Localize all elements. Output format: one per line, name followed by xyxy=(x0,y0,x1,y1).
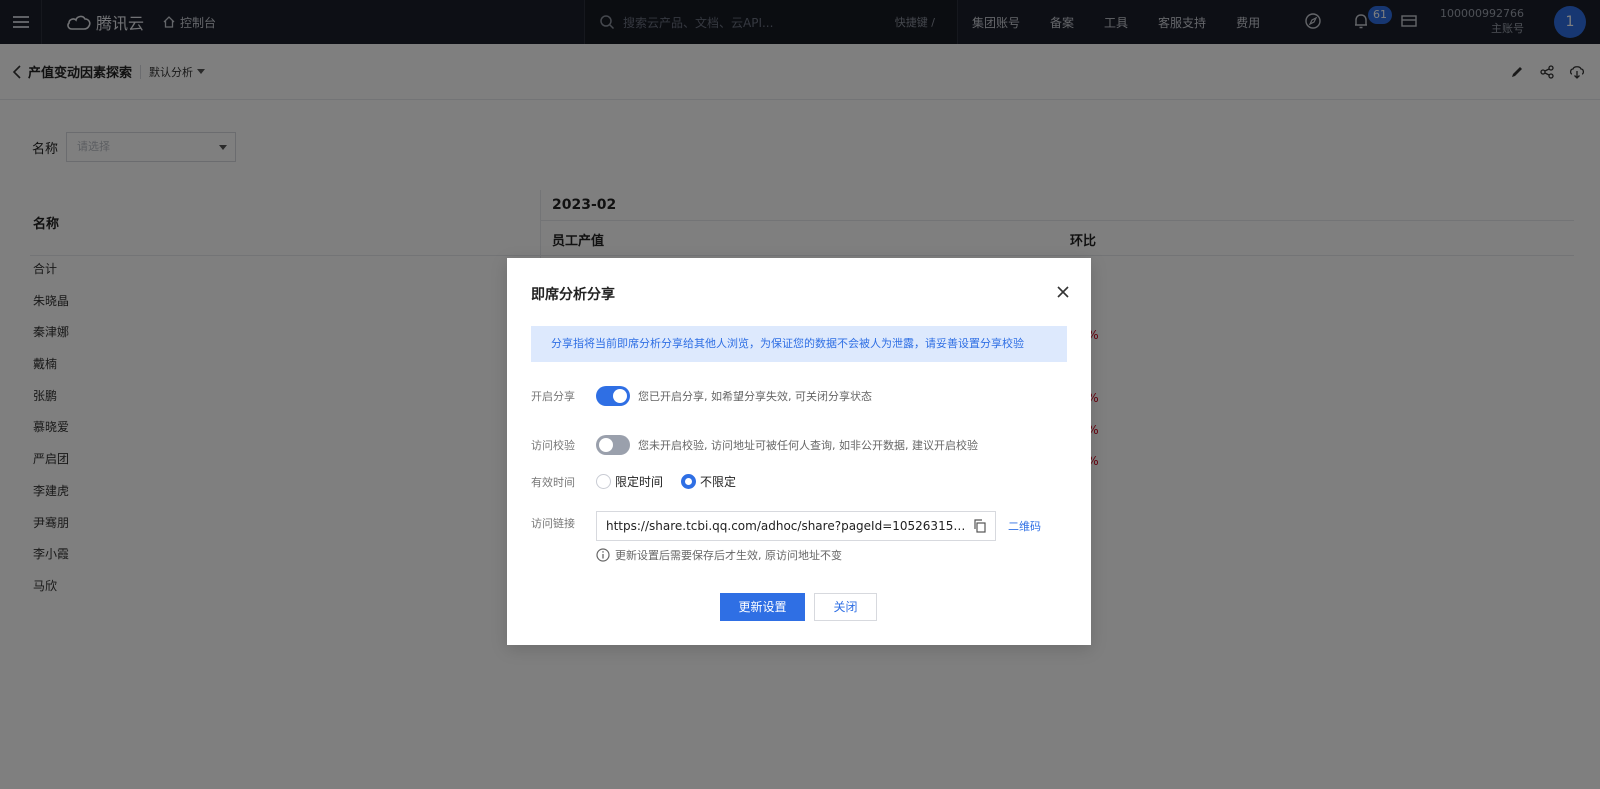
share-notice-banner: 分享指将当前即席分析分享给其他人浏览，为保证您的数据不会被人为泄露，请妥善设置分… xyxy=(531,326,1067,362)
radio-limited-time[interactable]: 限定时间 xyxy=(596,473,663,490)
verify-label: 访问校验 xyxy=(531,439,575,452)
info-icon xyxy=(596,548,610,562)
share-link-field[interactable]: https://share.tcbi.qq.com/adhoc/share?pa… xyxy=(596,511,996,541)
share-link-url: https://share.tcbi.qq.com/adhoc/share?pa… xyxy=(606,519,968,533)
qrcode-link[interactable]: 二维码 xyxy=(1008,518,1041,534)
link-row: 访问链接 https://share.tcbi.qq.com/adhoc/sha… xyxy=(531,511,1041,541)
validity-row: 有效时间 限定时间 不限定 xyxy=(531,473,754,490)
tip-text: 更新设置后需要保存后才生效, 原访问地址不变 xyxy=(615,549,842,562)
share-label: 开启分享 xyxy=(531,390,575,403)
validity-label: 有效时间 xyxy=(531,475,575,489)
close-icon[interactable] xyxy=(1055,284,1071,300)
radio-unchecked-icon xyxy=(596,474,611,489)
close-button[interactable]: 关闭 xyxy=(814,593,877,621)
radio-label: 不限定 xyxy=(700,475,737,489)
toggle-knob xyxy=(613,389,627,403)
link-label: 访问链接 xyxy=(531,517,575,530)
update-settings-button[interactable]: 更新设置 xyxy=(720,593,805,621)
verify-toggle[interactable] xyxy=(596,435,630,455)
share-dialog: 即席分析分享 分享指将当前即席分析分享给其他人浏览，为保证您的数据不会被人为泄露… xyxy=(507,258,1091,645)
toggle-knob xyxy=(599,438,613,452)
share-toggle[interactable] xyxy=(596,386,630,406)
copy-icon[interactable] xyxy=(973,519,987,533)
dialog-title: 即席分析分享 xyxy=(531,287,615,303)
radio-checked-icon xyxy=(681,474,697,489)
radio-unlimited[interactable]: 不限定 xyxy=(681,473,736,490)
share-toggle-row: 开启分享 您已开启分享, 如希望分享失效, 可关闭分享状态 xyxy=(531,386,872,406)
verify-toggle-row: 访问校验 您未开启校验, 访问地址可被任何人查询, 如非公开数据, 建议开启校验 xyxy=(531,435,978,455)
radio-label: 限定时间 xyxy=(615,475,664,489)
share-hint: 您已开启分享, 如希望分享失效, 可关闭分享状态 xyxy=(638,390,872,403)
update-tip: 更新设置后需要保存后才生效, 原访问地址不变 xyxy=(596,547,842,563)
verify-hint: 您未开启校验, 访问地址可被任何人查询, 如非公开数据, 建议开启校验 xyxy=(638,439,978,452)
